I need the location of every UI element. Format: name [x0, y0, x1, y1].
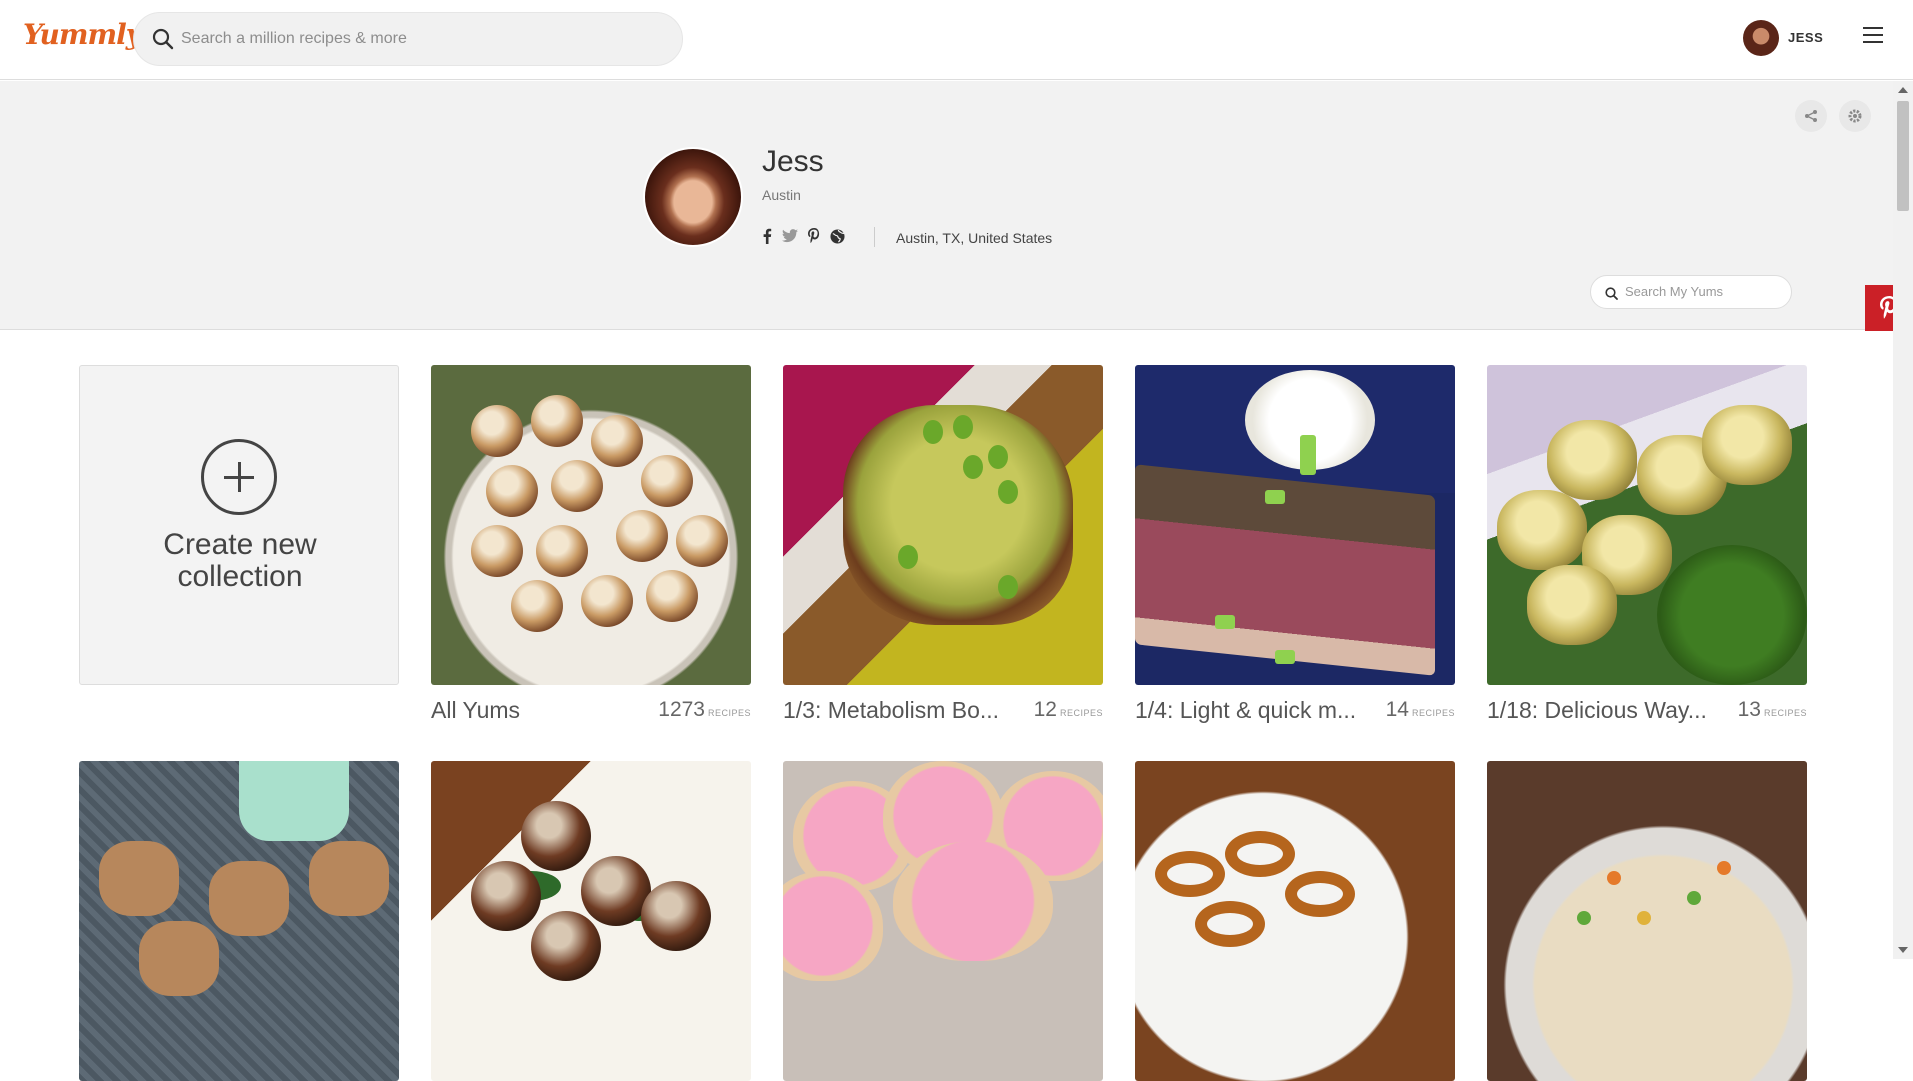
collection-card[interactable]: 1/4: Light & quick m... 14 RECIPES: [1135, 365, 1455, 723]
recipe-search-input[interactable]: [181, 25, 661, 53]
share-icon: [1805, 110, 1817, 122]
profile-header: Jess Austin Austin, TX, United States: [0, 81, 1893, 330]
collection-title[interactable]: 1/3: Metabolism Bo...: [783, 697, 1013, 724]
divider: [874, 227, 875, 247]
profile-photo: [643, 147, 743, 247]
scroll-up-arrow[interactable]: [1898, 87, 1908, 93]
recipe-search-bar[interactable]: [133, 12, 683, 66]
hamburger-menu-icon[interactable]: [1863, 27, 1883, 45]
plus-circle-icon: [201, 439, 277, 515]
collection-title[interactable]: 1/18: Delicious Way...: [1487, 697, 1717, 724]
search-my-yums-input[interactable]: [1625, 284, 1780, 299]
pinterest-icon[interactable]: [808, 228, 820, 244]
create-collection-card[interactable]: Create new collection: [79, 365, 399, 685]
collection-image[interactable]: [431, 761, 751, 1081]
collection-count: 13 RECIPES: [1737, 698, 1807, 721]
collection-image[interactable]: [1135, 761, 1455, 1081]
create-collection-button[interactable]: Create new collection: [79, 365, 399, 685]
top-navigation-bar: Yummly JESS: [0, 0, 1913, 80]
globe-icon[interactable]: [830, 228, 845, 244]
user-name-link[interactable]: JESS: [1788, 30, 1823, 45]
collection-image[interactable]: [431, 365, 751, 685]
search-icon: [1605, 287, 1618, 300]
collection-card[interactable]: 1/3: Metabolism Bo... 12 RECIPES: [783, 365, 1103, 723]
profile-location: Austin, TX, United States: [896, 230, 1053, 246]
collection-title[interactable]: 1/4: Light & quick m...: [1135, 697, 1365, 724]
collection-image[interactable]: [1135, 365, 1455, 685]
collection-count: 14 RECIPES: [1385, 698, 1455, 721]
collection-count: 12 RECIPES: [1033, 698, 1103, 721]
collection-card[interactable]: [1135, 761, 1455, 1081]
search-icon: [152, 28, 174, 50]
collection-image[interactable]: [79, 761, 399, 1081]
collection-card[interactable]: [783, 761, 1103, 1081]
collection-card[interactable]: [79, 761, 399, 1081]
facebook-icon[interactable]: [762, 228, 772, 244]
collection-card[interactable]: All Yums 1273 RECIPES: [431, 365, 751, 723]
page-scrollbar[interactable]: [1893, 81, 1913, 959]
collection-image[interactable]: [783, 365, 1103, 685]
gear-icon: [1848, 109, 1862, 123]
yummly-logo[interactable]: Yummly: [23, 18, 142, 51]
create-collection-label: Create new collection: [163, 528, 317, 593]
twitter-icon[interactable]: [782, 229, 798, 243]
collection-image[interactable]: [783, 761, 1103, 1081]
collection-count: 1273 RECIPES: [658, 698, 751, 721]
share-button[interactable]: [1795, 100, 1827, 132]
scroll-down-arrow[interactable]: [1898, 947, 1908, 953]
collection-card[interactable]: 1/18: Delicious Way... 13 RECIPES: [1487, 365, 1807, 723]
profile-city: Austin: [762, 187, 801, 203]
search-my-yums[interactable]: [1590, 275, 1792, 309]
profile-name: Jess: [762, 145, 824, 178]
settings-button[interactable]: [1839, 100, 1871, 132]
collection-image[interactable]: [1487, 365, 1807, 685]
collection-card[interactable]: [1487, 761, 1807, 1081]
collection-title[interactable]: All Yums: [431, 697, 661, 724]
scrollbar-thumb[interactable]: [1897, 101, 1909, 211]
social-links: [762, 228, 845, 244]
collection-card[interactable]: [431, 761, 751, 1081]
collection-image[interactable]: [1487, 761, 1807, 1081]
user-avatar[interactable]: [1743, 20, 1779, 56]
